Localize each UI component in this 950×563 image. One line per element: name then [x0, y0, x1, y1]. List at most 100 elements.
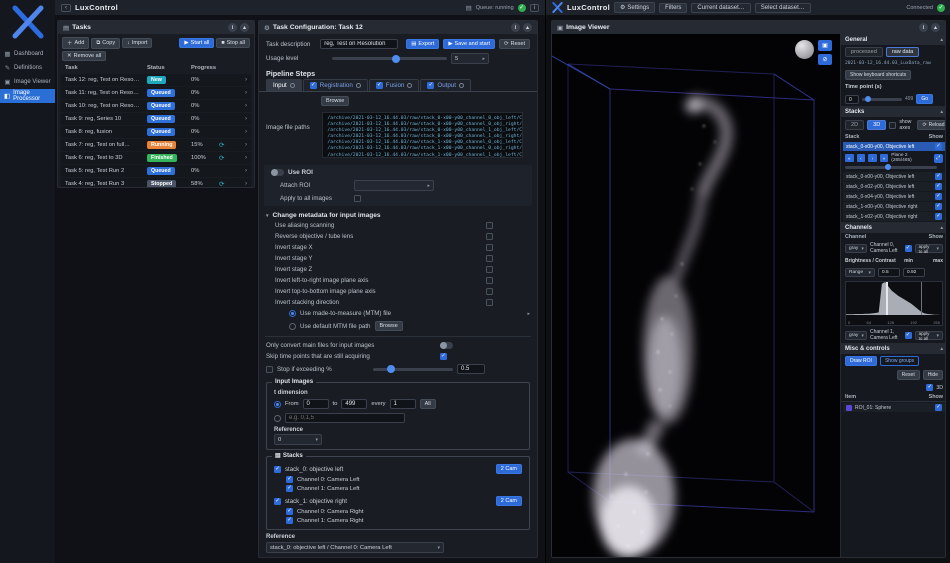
tab-fusion[interactable]: ✓Fusion — [369, 79, 420, 91]
histogram-min-handle[interactable] — [886, 282, 888, 315]
mode-2d-button[interactable]: 2D — [845, 120, 864, 130]
sidebar-item-image-processor[interactable]: ◧ Image Processor — [0, 89, 55, 103]
histogram[interactable]: 0 64 128 192 255 — [845, 281, 943, 326]
hide-button[interactable]: Hide — [923, 370, 943, 380]
start-all-button[interactable]: ▶ Start all — [179, 38, 214, 48]
tab-output[interactable]: ✓Output — [420, 79, 471, 91]
keyboard-shortcuts-button[interactable]: Show keyboard shortcuts — [845, 70, 911, 80]
mode-3d-button[interactable]: 3D — [867, 120, 886, 130]
mtm-default-radio[interactable] — [289, 323, 296, 330]
current-dataset-button[interactable]: Current dataset… — [691, 3, 750, 13]
input-reference-select[interactable]: 0▾ — [274, 434, 322, 445]
tab-processed[interactable]: processed — [845, 47, 883, 57]
table-row[interactable]: Task 12: reg, Test on Reso…New0%› — [61, 74, 251, 86]
stack-checkbox[interactable]: ✓ — [274, 466, 281, 473]
tasks-info-icon[interactable]: i — [228, 23, 237, 32]
usage-level-slider[interactable] — [332, 57, 447, 60]
settings-button[interactable]: ⚙Settings — [614, 2, 655, 13]
meta-checkbox[interactable] — [486, 222, 493, 229]
reset-view-button[interactable]: Reset — [897, 370, 920, 380]
select-dataset-button[interactable]: Select dataset… — [755, 3, 811, 13]
stop-exceeding-value[interactable]: 0.5 — [457, 364, 485, 374]
chevron-right-icon[interactable]: › — [245, 168, 247, 174]
max-input[interactable]: 0.92 — [903, 268, 925, 277]
stack-show-checkbox[interactable]: ✓ — [935, 143, 942, 150]
plane-slider[interactable] — [845, 166, 937, 169]
stack-show-checkbox[interactable]: ✓ — [935, 173, 942, 180]
list-radio[interactable] — [274, 415, 281, 422]
add-task-button[interactable]: ＋ Add — [62, 37, 89, 49]
tab-checkbox[interactable]: ✓ — [427, 82, 434, 89]
channel-color-select[interactable]: gray▾ — [845, 244, 867, 253]
channel-show-checkbox[interactable]: ✓ — [905, 332, 912, 339]
chevron-right-icon[interactable]: › — [245, 116, 247, 122]
table-row[interactable]: Task 9: reg, Series 10Queued0%› — [61, 113, 251, 125]
misc-section-header[interactable]: Misc & controls▴ — [841, 343, 946, 354]
to-input[interactable]: 499 — [341, 399, 367, 409]
tab-checkbox[interactable]: ✓ — [310, 82, 317, 89]
browse-paths-button[interactable]: Browse — [321, 96, 349, 106]
meta-checkbox[interactable] — [486, 277, 493, 284]
stacks-reference-select[interactable]: stack_0: objective left / Channel 0: Cam… — [266, 542, 444, 553]
from-input[interactable]: 0 — [303, 399, 329, 409]
stacks-section-header[interactable]: Stacks▴ — [841, 106, 946, 117]
timepoint-slider[interactable] — [862, 98, 902, 101]
import-task-button[interactable]: ↓ Import — [122, 38, 152, 48]
tab-raw-data[interactable]: raw data — [886, 47, 919, 57]
all-button[interactable]: All — [420, 399, 436, 409]
copy-task-button[interactable]: ⧉ Copy — [91, 38, 120, 49]
every-input[interactable]: 1 — [390, 399, 416, 409]
go-button[interactable]: Go — [916, 94, 933, 104]
table-row[interactable]: Task 10: reg, Test on Reso…Queued0%› — [61, 100, 251, 112]
roi-show-checkbox[interactable]: ✓ — [935, 404, 942, 411]
stop-exceeding-checkbox[interactable] — [266, 366, 273, 373]
remove-all-button[interactable]: ✕ Remove all — [62, 51, 106, 61]
table-row[interactable]: Task 4: reg, Test Run 3Stopped58%⟳› — [61, 178, 251, 188]
collapse-caret-icon[interactable]: ▾ — [266, 213, 269, 219]
timepoint-input[interactable]: 0 — [845, 95, 859, 104]
cam-count-button[interactable]: 2 Cam — [496, 496, 522, 506]
meta-checkbox[interactable] — [486, 233, 493, 240]
meta-checkbox[interactable] — [486, 244, 493, 251]
apply-all-images-checkbox[interactable] — [354, 195, 361, 202]
meta-checkbox[interactable] — [486, 288, 493, 295]
first-plane-button[interactable]: « — [845, 154, 854, 162]
list-input[interactable] — [285, 413, 405, 423]
tab-checkbox[interactable]: ✓ — [376, 82, 383, 89]
table-row[interactable]: Task 6: reg, Test to 3DFinished100%⟳› — [61, 152, 251, 164]
cam-count-button[interactable]: 2 Cam — [496, 464, 522, 474]
stack-row-selected[interactable]: stack_0-x00-y00, Objective left✓ — [843, 142, 945, 151]
meta-checkbox[interactable] — [486, 266, 493, 273]
channels-section-header[interactable]: Channels▴ — [841, 222, 946, 233]
chevron-right-icon[interactable]: › — [245, 142, 247, 148]
tasks-collapse-icon[interactable]: ▴ — [240, 23, 249, 32]
config-info-icon[interactable]: i — [511, 23, 520, 32]
meta-checkbox[interactable] — [486, 299, 493, 306]
description-input[interactable] — [320, 39, 398, 49]
skip-points-checkbox[interactable]: ✓ — [440, 353, 447, 360]
export-button[interactable]: ▤ Export — [406, 39, 439, 49]
sidebar-item-dashboard[interactable]: ▦ Dashboard — [0, 47, 55, 61]
filters-button[interactable]: Filters — [659, 3, 687, 13]
stack-row[interactable]: stack_0-x00-y00, Objective left✓ — [843, 172, 945, 181]
sidebar-item-definitions[interactable]: ✎ Definitions — [0, 61, 55, 75]
hide-overlay-button[interactable]: ⊘ — [818, 54, 832, 65]
chevron-right-icon[interactable]: › — [245, 77, 247, 83]
show-axes-checkbox[interactable] — [889, 122, 896, 129]
save-start-button[interactable]: ▶ Save and start — [443, 39, 495, 49]
orientation-sphere[interactable] — [795, 40, 814, 59]
back-button[interactable]: ‹ — [61, 4, 71, 12]
chevron-right-icon[interactable]: › — [245, 103, 247, 109]
viewer-info-icon[interactable]: i — [919, 23, 928, 32]
table-row[interactable]: Task 8: reg, fusionQueued0%› — [61, 126, 251, 138]
info-button[interactable]: i — [530, 4, 539, 12]
roi-row[interactable]: ROI_01: Sphere ✓ — [843, 403, 945, 412]
reload-button[interactable]: ⟳ Reload — [917, 120, 946, 130]
range-select[interactable]: Range▾ — [845, 268, 875, 277]
stack-row[interactable]: stack_1-x00-y00, Objective right✓ — [843, 202, 945, 211]
channel-checkbox[interactable]: ✓ — [286, 508, 293, 515]
chevron-right-icon[interactable]: › — [245, 129, 247, 135]
use-roi-toggle[interactable] — [271, 169, 284, 176]
prev-plane-button[interactable]: ‹ — [857, 154, 866, 162]
expand-icon[interactable]: ⤢ — [934, 154, 944, 163]
